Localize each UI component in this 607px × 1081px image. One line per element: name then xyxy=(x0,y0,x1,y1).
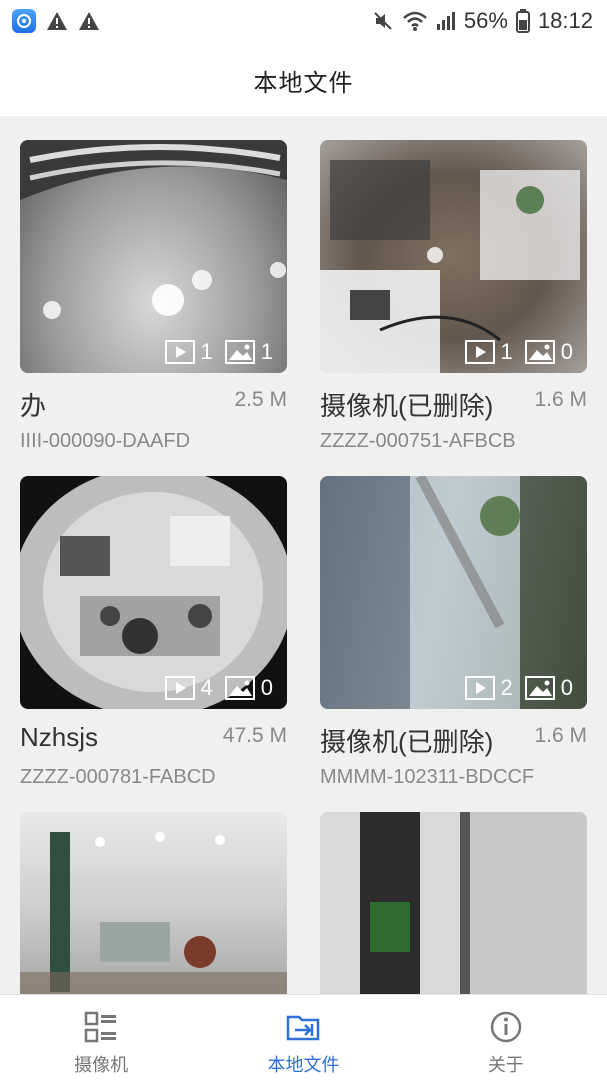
tab-label: 关于 xyxy=(487,1055,524,1076)
device-id: ZZZZ-000751-AFBCB xyxy=(320,430,516,452)
file-size: 1.6 M xyxy=(534,724,587,747)
status-left xyxy=(12,9,100,33)
media-counts: 4 0 xyxy=(164,675,280,701)
video-thumbnail[interactable]: 1 1 xyxy=(20,140,287,373)
image-count: 0 xyxy=(260,675,273,700)
tab-about[interactable]: 关于 xyxy=(405,995,607,1081)
media-counts: 1 1 xyxy=(164,339,280,365)
image-icon xyxy=(224,676,255,700)
video-thumbnail[interactable] xyxy=(320,812,587,994)
image-count: 1 xyxy=(260,339,273,364)
file-name: 摄像机(已删除) xyxy=(320,391,494,421)
clock: 18:12 xyxy=(537,8,593,33)
video-icon xyxy=(464,676,495,700)
app-header: 本地文件 xyxy=(0,44,607,116)
image-icon xyxy=(524,340,555,364)
page-title: 本地文件 xyxy=(253,68,354,97)
media-counts: 1 0 xyxy=(464,339,580,365)
file-name: 办 xyxy=(20,391,47,421)
file-grid: 1 1 办 2.5 M IIII-000090-DAAFD 1 0 摄像机(已删… xyxy=(0,116,607,994)
video-icon xyxy=(164,340,195,364)
tab-label: 本地文件 xyxy=(267,1055,340,1076)
mute-icon xyxy=(374,12,392,30)
image-icon xyxy=(224,340,255,364)
video-thumbnail[interactable]: 2 0 xyxy=(320,476,587,709)
status-bar: 56% 18:12 xyxy=(0,0,607,44)
file-name: 摄像机(已删除) xyxy=(320,727,494,757)
video-count: 2 xyxy=(500,675,513,700)
video-icon xyxy=(464,340,495,364)
warning-icon xyxy=(47,12,67,30)
tab-label: 摄像机 xyxy=(74,1055,129,1076)
signal-icon xyxy=(436,12,455,30)
image-icon xyxy=(524,676,555,700)
file-size: 47.5 M xyxy=(222,724,287,747)
wifi-icon xyxy=(403,11,427,31)
video-thumbnail[interactable] xyxy=(20,812,287,994)
device-id: IIII-000090-DAAFD xyxy=(20,430,191,452)
image-count: 0 xyxy=(560,339,573,364)
office-scene xyxy=(20,832,287,994)
warning-icon xyxy=(79,12,99,30)
file-size: 1.6 M xyxy=(534,388,587,411)
folder-icon xyxy=(287,1015,320,1041)
device-id: ZZZZ-000781-FABCD xyxy=(20,766,216,788)
info-icon xyxy=(490,1011,522,1043)
tab-camera[interactable]: 摄像机 xyxy=(0,995,202,1081)
video-thumbnail[interactable]: 4 0 xyxy=(20,476,287,709)
file-size: 2.5 M xyxy=(234,388,287,411)
image-count: 0 xyxy=(560,675,573,700)
bottom-navigation: 摄像机 本地文件 关于 xyxy=(0,994,607,1081)
video-icon xyxy=(164,676,195,700)
video-count: 1 xyxy=(200,339,213,364)
device-id: MMMM-102311-BDCCF xyxy=(320,766,535,788)
battery-icon xyxy=(515,9,530,33)
media-counts: 2 0 xyxy=(464,675,580,701)
status-right: 56% 18:12 xyxy=(372,8,593,34)
file-name: Nzhsjs xyxy=(20,722,99,752)
video-count: 4 xyxy=(200,675,213,700)
video-count: 1 xyxy=(500,339,513,364)
camera-list-icon xyxy=(84,1011,117,1043)
device-closeup-scene xyxy=(320,812,587,994)
battery-percent: 56% xyxy=(463,8,508,33)
tab-local-files[interactable]: 本地文件 xyxy=(202,995,404,1081)
camera-app-icon xyxy=(12,9,36,33)
video-thumbnail[interactable]: 1 0 xyxy=(320,140,587,373)
